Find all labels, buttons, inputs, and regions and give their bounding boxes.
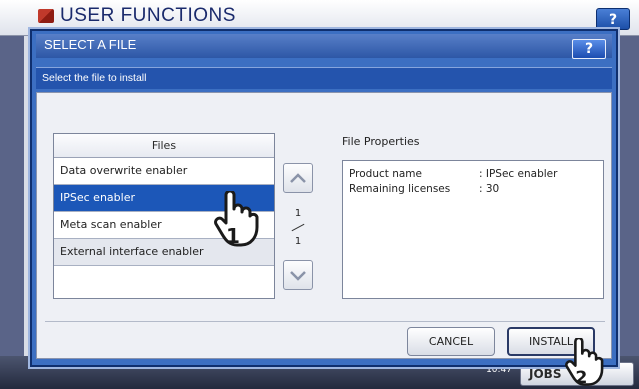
divider: [45, 321, 605, 322]
app-title: USER FUNCTIONS: [60, 5, 236, 26]
chevron-down-icon: [290, 271, 306, 281]
property-key: Remaining licenses: [349, 183, 451, 195]
file-item-data-overwrite[interactable]: Data overwrite enabler: [54, 158, 274, 185]
page-total: 1: [294, 236, 302, 247]
cancel-button[interactable]: CANCEL: [407, 327, 495, 356]
app-side-left: [0, 36, 24, 356]
page-divider: [291, 223, 305, 232]
instruction-bar: Select the file to install: [36, 67, 612, 89]
page-current: 1: [294, 208, 302, 219]
dialog-help-button[interactable]: ?: [572, 39, 606, 59]
dialog-title: SELECT A FILE: [44, 37, 137, 52]
step2-number: 2: [575, 368, 587, 388]
instruction-text: Select the file to install: [42, 72, 147, 84]
chevron-up-icon: [290, 173, 306, 183]
dialog-body: Files Data overwrite enabler IPSec enabl…: [36, 92, 612, 359]
files-header: Files: [54, 134, 274, 158]
property-key: Product name: [349, 168, 422, 180]
clock: 10:47: [486, 365, 512, 375]
file-properties-panel: Product name : IPSec enabler Remaining l…: [342, 160, 604, 299]
hand-pointer-icon-step1: 1: [214, 191, 259, 248]
step1-number: 1: [226, 224, 240, 248]
file-item-empty: [54, 266, 274, 291]
property-value: : 30: [479, 183, 500, 195]
property-row: Product name : IPSec enabler: [349, 167, 597, 182]
property-row: Remaining licenses : 30: [349, 182, 597, 197]
user-functions-icon: [38, 9, 54, 23]
dialog-titlebar: SELECT A FILE: [36, 34, 612, 58]
select-file-dialog: SELECT A FILE ? Select the file to insta…: [30, 29, 618, 367]
hand-pointer-icon-step2: 2: [565, 338, 604, 388]
property-value: : IPSec enabler: [479, 168, 558, 180]
app-help-button[interactable]: ?: [596, 8, 630, 30]
app-side-right: [615, 36, 639, 356]
page-down-button[interactable]: [283, 260, 313, 290]
file-properties-label: File Properties: [342, 135, 420, 148]
page-up-button[interactable]: [283, 163, 313, 193]
